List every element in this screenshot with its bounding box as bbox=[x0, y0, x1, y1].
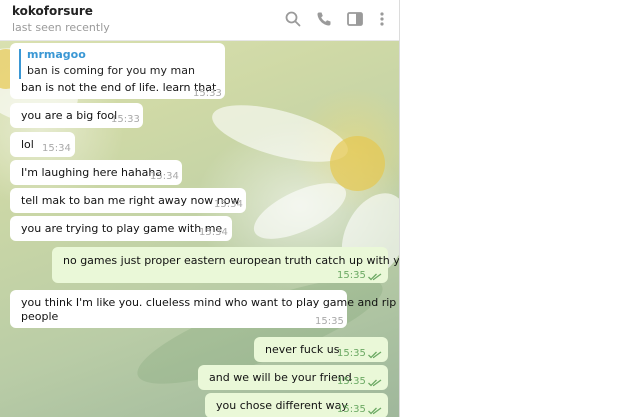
wallpaper-petal bbox=[246, 171, 354, 251]
message-text: you chose different way bbox=[216, 399, 348, 412]
message-text: ban is not the end of life. learn that bbox=[21, 81, 217, 94]
message-time: 15:35 bbox=[337, 376, 366, 387]
reply-text: ban is coming for you my man bbox=[27, 64, 195, 77]
message-time: 15:34 bbox=[150, 171, 179, 182]
message-time: 15:33 bbox=[111, 114, 140, 125]
outgoing-message[interactable]: no games just proper eastern european tr… bbox=[52, 247, 399, 283]
double-check-icon bbox=[368, 348, 382, 359]
message-text: tell mak to ban me right away now now bbox=[21, 194, 240, 207]
message-text: and we will be your friend bbox=[209, 371, 352, 384]
message-time: 15:34 bbox=[199, 227, 228, 238]
message-text-line-2: people bbox=[21, 310, 59, 323]
phone-icon[interactable] bbox=[315, 10, 333, 28]
message-time: 15:35 bbox=[315, 316, 344, 327]
message-area[interactable]: mrmagoo ban is coming for you my man ban… bbox=[0, 41, 399, 417]
reply-bar bbox=[19, 49, 21, 79]
message-time: 15:35 bbox=[337, 270, 366, 281]
incoming-message[interactable]: lol 15:34 bbox=[10, 132, 75, 157]
chat-title[interactable]: kokoforsure bbox=[12, 4, 93, 18]
search-icon[interactable] bbox=[284, 10, 302, 28]
sidebar-icon[interactable] bbox=[346, 10, 364, 28]
double-check-icon bbox=[368, 404, 382, 415]
message-text: lol bbox=[21, 138, 34, 151]
incoming-message[interactable]: you are a big fool 15:33 bbox=[10, 103, 143, 128]
double-check-icon bbox=[368, 270, 382, 281]
reply-author[interactable]: mrmagoo bbox=[27, 47, 86, 62]
last-seen-status: last seen recently bbox=[12, 21, 110, 34]
chat-header: kokoforsure last seen recently bbox=[0, 0, 399, 41]
message-time: 15:33 bbox=[193, 88, 222, 99]
message-text: no games just proper eastern european tr… bbox=[63, 254, 400, 267]
message-text-line-1: you think I'm like you. clueless mind wh… bbox=[21, 296, 397, 309]
message-text: you are a big fool bbox=[21, 109, 118, 122]
message-time: 15:35 bbox=[337, 348, 366, 359]
message-text: you are trying to play game with me bbox=[21, 222, 223, 235]
outgoing-message[interactable]: you chose different way 15:35 bbox=[205, 393, 388, 417]
double-check-icon bbox=[368, 376, 382, 387]
outgoing-message[interactable]: and we will be your friend 15:35 bbox=[198, 365, 388, 390]
chat-window: kokoforsure last seen recently mrmagoo b… bbox=[0, 0, 400, 417]
message-time: 15:34 bbox=[42, 143, 71, 154]
incoming-message[interactable]: you are trying to play game with me 15:3… bbox=[10, 216, 232, 241]
incoming-message[interactable]: I'm laughing here hahaha 15:34 bbox=[10, 160, 182, 185]
more-icon[interactable] bbox=[373, 10, 391, 28]
wallpaper-flower-center bbox=[330, 136, 385, 191]
incoming-message[interactable]: mrmagoo ban is coming for you my man ban… bbox=[10, 43, 225, 99]
message-time: 15:35 bbox=[337, 404, 366, 415]
message-text: never fuck us bbox=[265, 343, 340, 356]
message-time: 15:34 bbox=[214, 199, 243, 210]
incoming-message[interactable]: you think I'm like you. clueless mind wh… bbox=[10, 290, 396, 328]
message-text: I'm laughing here hahaha bbox=[21, 166, 163, 179]
outgoing-message[interactable]: never fuck us 15:35 bbox=[254, 337, 388, 362]
incoming-message[interactable]: tell mak to ban me right away now now 15… bbox=[10, 188, 246, 213]
